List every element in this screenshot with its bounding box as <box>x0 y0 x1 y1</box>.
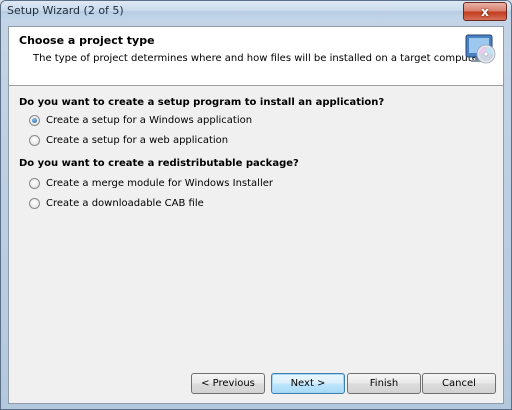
option-web-application[interactable]: Create a setup for a web application <box>29 133 228 147</box>
option-cab-file[interactable]: Create a downloadable CAB file <box>29 196 204 210</box>
option-windows-application[interactable]: Create a setup for a Windows application <box>29 113 252 127</box>
option-label: Create a downloadable CAB file <box>46 197 204 209</box>
option-label: Create a merge module for Windows Instal… <box>46 177 273 189</box>
setup-wizard-window: Setup Wizard (2 of 5) x Choose a project… <box>0 0 512 410</box>
option-label: Create a setup for a Windows application <box>46 114 253 126</box>
page-description: The type of project determines where and… <box>33 53 485 64</box>
window-title: Setup Wizard (2 of 5) <box>7 4 124 17</box>
page-title: Choose a project type <box>19 34 155 47</box>
section-heading-redistributable: Do you want to create a redistributable … <box>19 158 299 169</box>
title-bar[interactable]: Setup Wizard (2 of 5) x <box>1 1 511 21</box>
finish-button[interactable]: Finish <box>347 373 421 394</box>
option-merge-module[interactable]: Create a merge module for Windows Instal… <box>29 176 273 190</box>
radio-windows-application[interactable] <box>29 114 40 126</box>
wizard-header: Choose a project type The type of projec… <box>9 27 503 86</box>
option-label: Create a setup for a web application <box>46 134 229 146</box>
section-heading-setup: Do you want to create a setup program to… <box>19 97 385 108</box>
close-icon: x <box>481 4 489 19</box>
wizard-client-area: Choose a project type The type of projec… <box>8 26 504 404</box>
radio-cab-file[interactable] <box>29 197 40 209</box>
next-button[interactable]: Next > <box>271 373 345 394</box>
previous-button[interactable]: < Previous <box>191 373 265 394</box>
radio-merge-module[interactable] <box>29 177 40 189</box>
radio-web-application[interactable] <box>29 134 40 146</box>
close-button[interactable]: x <box>463 2 507 21</box>
cancel-button[interactable]: Cancel <box>422 373 496 394</box>
setup-disc-icon <box>465 34 496 64</box>
